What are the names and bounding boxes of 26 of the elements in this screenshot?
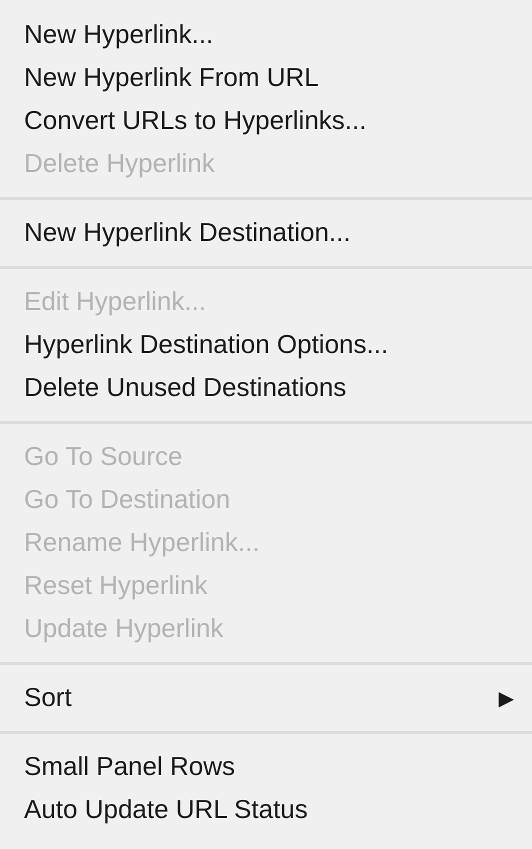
menu-item[interactable]: Small Panel Rows: [0, 745, 532, 788]
menu-item-label: New Hyperlink Destination...: [24, 216, 351, 249]
menu-item-label: New Hyperlink From URL: [24, 61, 319, 94]
menu-item[interactable]: Hyperlink Destination Options...: [0, 323, 532, 366]
menu-item-label: Convert URLs to Hyperlinks...: [24, 104, 366, 137]
menu-item-label: Reset Hyperlink: [24, 569, 208, 602]
menu-item-label: Edit Hyperlink...: [24, 285, 206, 318]
menu-item-label: Sort: [24, 681, 72, 714]
menu-item[interactable]: Auto Update URL Status: [0, 788, 532, 831]
menu-item-label: Auto Update URL Status: [24, 793, 308, 826]
menu-item-label: Update Hyperlink: [24, 612, 224, 645]
menu-item[interactable]: New Hyperlink From URL: [0, 56, 532, 99]
menu-item-label: Hyperlink Destination Options...: [24, 328, 388, 361]
menu-item-label: Delete Unused Destinations: [24, 371, 346, 404]
menu-item[interactable]: New Hyperlink...: [0, 13, 532, 56]
menu-item-label: Go To Source: [24, 440, 183, 473]
menu-item-label: Go To Destination: [24, 483, 230, 516]
menu-item-label: Rename Hyperlink...: [24, 526, 260, 559]
submenu-arrow-icon: ▶: [498, 682, 514, 712]
menu-item-label: Delete Hyperlink: [24, 147, 215, 180]
menu-item-label: Small Panel Rows: [24, 750, 235, 783]
menu-item[interactable]: Delete Unused Destinations: [0, 366, 532, 409]
menu-item[interactable]: Sort ▶: [0, 676, 532, 719]
menu-item[interactable]: Convert URLs to Hyperlinks...: [0, 99, 532, 142]
menu-item-label: New Hyperlink...: [24, 18, 214, 51]
menu-item[interactable]: New Hyperlink Destination...: [0, 211, 532, 254]
